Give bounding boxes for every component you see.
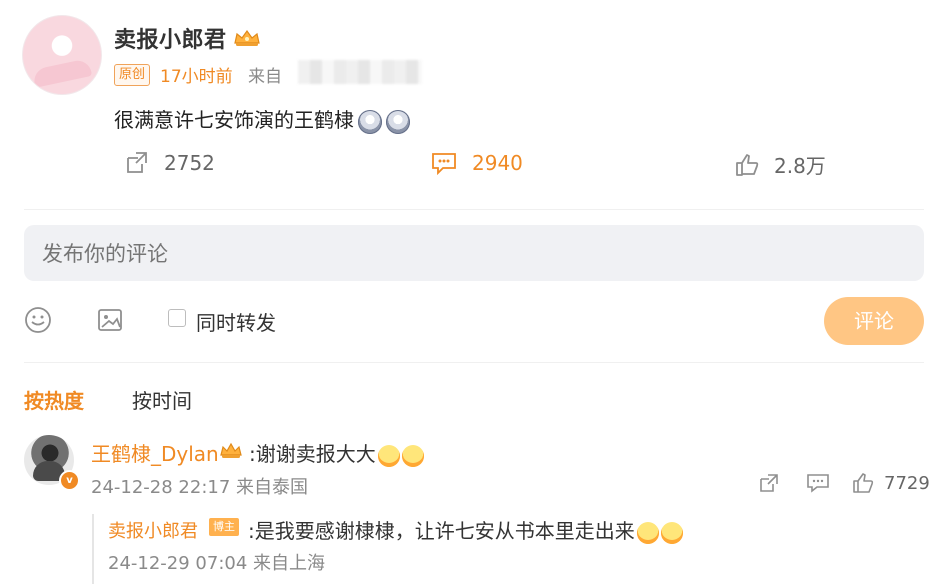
comment-icon [807, 474, 829, 493]
comment-like-count: 7729 [884, 472, 930, 494]
author-badge: 博主 [209, 518, 239, 536]
author-avatar[interactable] [22, 15, 102, 95]
verified-badge-icon: v [59, 470, 80, 491]
smile-icon[interactable] [24, 306, 52, 334]
reply-username[interactable]: 卖报小郎君 [108, 517, 198, 543]
like-button[interactable]: 2.8万 [734, 150, 826, 179]
reply-text: :是我要感谢棣棣，让许七安从书本里走出来 [248, 519, 635, 543]
comment-body: :谢谢卖报大大 [249, 438, 424, 467]
comment-button[interactable]: 2940 [430, 150, 523, 176]
repost-count: 2752 [164, 151, 215, 175]
dog-emoji-icon [386, 109, 410, 134]
crown-icon [220, 442, 242, 458]
share-arrow-icon [127, 152, 147, 173]
reply-thread-line [92, 514, 94, 584]
thumbs-up-icon [853, 473, 874, 493]
reply-body: :是我要感谢棣棣，让许七安从书本里走出来 [248, 515, 683, 544]
comment-input[interactable] [40, 239, 904, 269]
face-emoji-icon [377, 444, 400, 467]
divider [24, 209, 924, 210]
comment-text: :谢谢卖报大大 [249, 442, 376, 466]
repost-button[interactable]: 2752 [124, 150, 215, 176]
reply-meta: 24-12-29 07:04 来自上海 [108, 553, 326, 574]
repost-checkbox-label[interactable]: 同时转发 [196, 307, 276, 336]
divider [24, 362, 924, 363]
post-source-device [298, 60, 422, 84]
image-icon[interactable] [96, 306, 124, 334]
post-author-name[interactable]: 卖报小郎君 [114, 22, 227, 54]
post-body: 很满意许七安饰演的王鹤棣 [114, 104, 410, 134]
thumbs-up-icon [736, 153, 759, 176]
post-time[interactable]: 17小时前 [160, 62, 233, 87]
sort-by-time-tab[interactable]: 按时间 [132, 385, 192, 414]
face-emoji-icon [636, 521, 659, 544]
submit-comment-button[interactable]: 评论 [824, 297, 924, 345]
comment-icon [432, 153, 456, 176]
comment-reply-button[interactable] [806, 472, 830, 494]
comment-share-button[interactable] [758, 472, 780, 494]
comment-count-value: 2940 [472, 151, 523, 175]
comment-meta: 24-12-28 22:17 来自泰国 [91, 477, 309, 498]
share-arrow-icon [760, 474, 778, 492]
post-source-label: 来自 [248, 67, 282, 87]
repost-checkbox[interactable] [168, 309, 186, 327]
comment-like-button[interactable]: 7729 [852, 472, 930, 494]
face-emoji-icon [401, 444, 424, 467]
face-emoji-icon [660, 521, 683, 544]
like-count-value: 2.8万 [774, 154, 826, 178]
post-text: 很满意许七安饰演的王鹤棣 [114, 108, 354, 132]
original-badge: 原创 [114, 64, 151, 86]
sort-by-hot-tab[interactable]: 按热度 [24, 385, 84, 414]
comment-username[interactable]: 王鹤棣_Dylan [91, 438, 219, 467]
comment-input-box[interactable] [24, 225, 924, 281]
dog-emoji-icon [358, 109, 382, 134]
crown-icon [234, 29, 260, 46]
